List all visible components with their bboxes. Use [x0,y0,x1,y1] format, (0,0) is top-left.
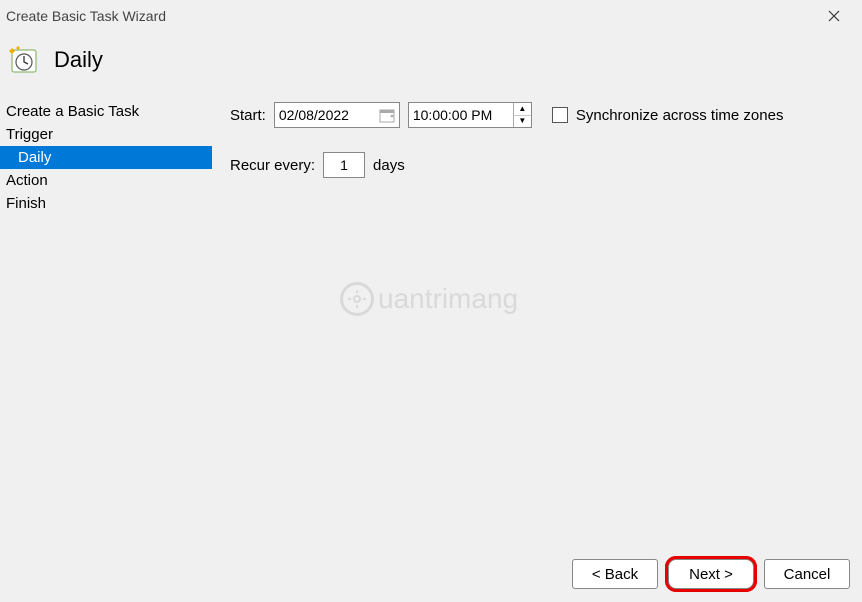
wizard-content: Start: 02/08/2022 10:00:00 PM ▲ ▼ Synchr… [212,100,862,540]
calendar-icon [379,107,395,123]
sidebar-item-action[interactable]: Action [0,169,212,192]
start-date-value: 02/08/2022 [279,107,349,123]
sidebar-item-create-basic-task[interactable]: Create a Basic Task [0,100,212,123]
cancel-button[interactable]: Cancel [764,559,850,589]
wizard-header: Daily [0,32,862,100]
wizard-footer: < Back Next > Cancel [0,554,862,602]
start-date-input[interactable]: 02/08/2022 [274,102,400,128]
start-label: Start: [230,107,266,124]
recur-value: 1 [340,157,348,173]
sync-timezones-checkbox[interactable] [552,107,568,123]
time-spinner: ▲ ▼ [513,103,531,127]
wizard-heading: Daily [54,47,103,73]
time-spin-up[interactable]: ▲ [514,103,531,116]
sync-timezones-label: Synchronize across time zones [576,107,784,124]
wizard-sidebar: Create a Basic Task Trigger Daily Action… [0,100,212,540]
scheduled-clock-icon [8,44,40,76]
sidebar-item-trigger[interactable]: Trigger [0,123,212,146]
start-time-value: 10:00:00 PM [413,107,492,123]
sidebar-item-finish[interactable]: Finish [0,192,212,215]
recur-every-input[interactable]: 1 [323,152,365,178]
close-icon [828,10,840,22]
start-time-input[interactable]: 10:00:00 PM ▲ ▼ [408,102,532,128]
next-button[interactable]: Next > [668,559,754,589]
recur-label: Recur every: [230,157,315,174]
back-button[interactable]: < Back [572,559,658,589]
titlebar: Create Basic Task Wizard [0,0,862,32]
close-button[interactable] [814,2,854,30]
window-title: Create Basic Task Wizard [6,8,814,24]
sidebar-item-daily[interactable]: Daily [0,146,212,169]
time-spin-down[interactable]: ▼ [514,116,531,128]
wizard-header-icon [8,44,40,76]
recur-unit-label: days [373,157,405,174]
